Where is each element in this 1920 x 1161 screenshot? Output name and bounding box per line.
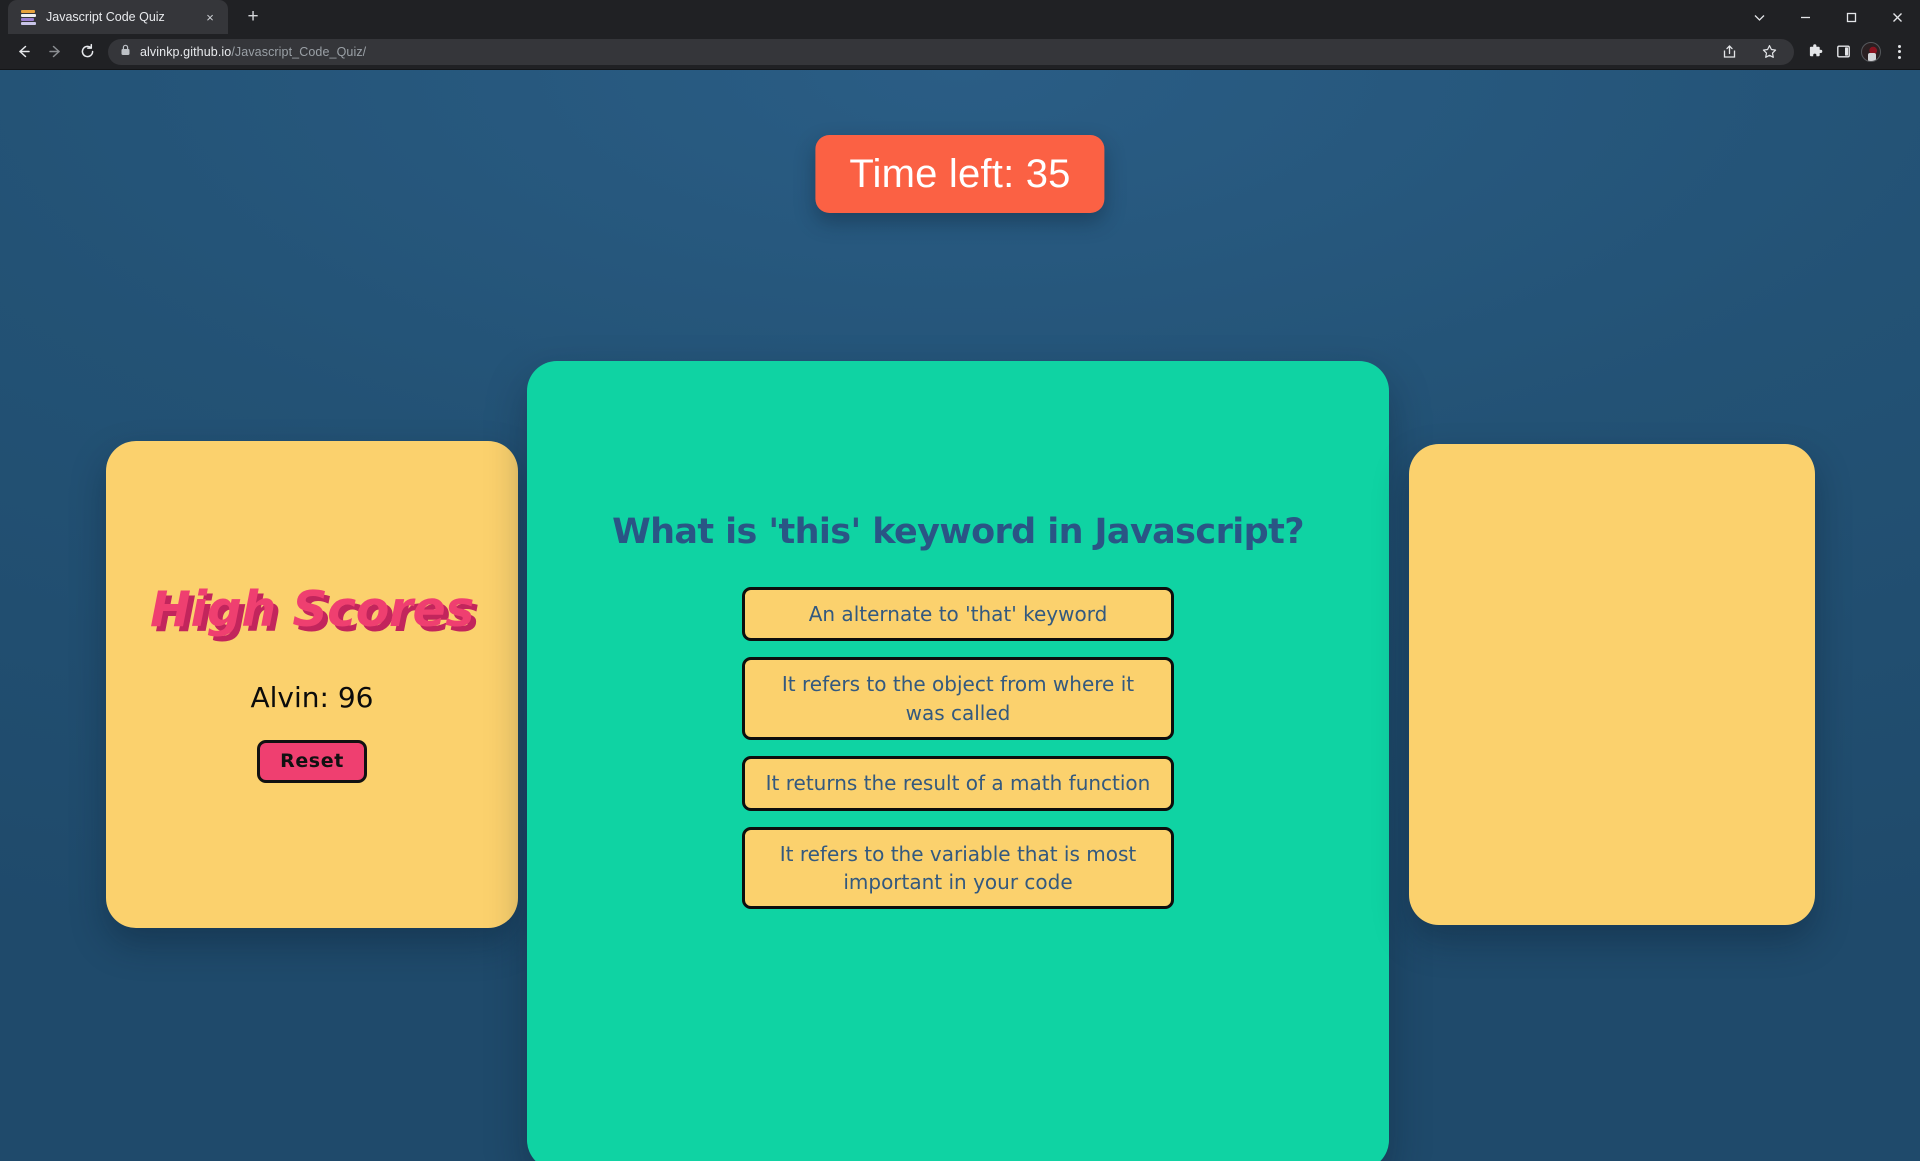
url-host: alvinkp.github.io	[140, 44, 232, 59]
browser-tab-javascript-code-quiz[interactable]: Javascript Code Quiz ×	[8, 0, 228, 34]
close-icon[interactable]: ×	[201, 11, 219, 24]
answer-option[interactable]: It returns the result of a math function	[742, 756, 1174, 811]
url-text: alvinkp.github.io/Javascript_Code_Quiz/	[140, 45, 366, 59]
maximize-icon[interactable]	[1828, 0, 1874, 34]
address-bar[interactable]: alvinkp.github.io/Javascript_Code_Quiz/	[108, 38, 1794, 65]
answer-option[interactable]: It refers to the variable that is most i…	[742, 826, 1174, 910]
side-panel-empty	[1409, 444, 1815, 925]
tab-strip: Javascript Code Quiz × +	[0, 0, 1920, 34]
high-scores-panel: High Scores Alvin: 96 Reset	[106, 441, 518, 928]
browser-window: Javascript Code Quiz × + alvinkp.github.…	[0, 0, 1920, 1161]
question-text: What is 'this' keyword in Javascript?	[612, 512, 1304, 552]
quiz-panel: What is 'this' keyword in Javascript? An…	[527, 361, 1389, 1161]
browser-toolbar: alvinkp.github.io/Javascript_Code_Quiz/	[0, 34, 1920, 70]
puzzle-icon[interactable]	[1802, 39, 1828, 65]
reset-button[interactable]: Reset	[257, 740, 367, 783]
window-close-icon[interactable]	[1874, 0, 1920, 34]
side-panel-icon[interactable]	[1830, 39, 1856, 65]
url-path: /Javascript_Code_Quiz/	[231, 44, 367, 59]
reload-icon[interactable]	[72, 37, 102, 67]
window-controls	[1736, 0, 1920, 34]
cards-layout: High Scores Alvin: 96 Reset What is 'thi…	[0, 70, 1920, 1161]
minimize-icon[interactable]	[1782, 0, 1828, 34]
answer-list: An alternate to 'that' keyword It refers…	[527, 587, 1389, 910]
back-icon[interactable]	[8, 37, 38, 67]
page-content: Time left: 35 High Scores Alvin: 96 Rese…	[0, 70, 1920, 1161]
share-icon[interactable]	[1716, 39, 1742, 65]
kebab-menu-icon[interactable]	[1886, 39, 1912, 65]
tab-search-icon[interactable]	[1736, 0, 1782, 34]
lock-icon	[120, 43, 131, 61]
books-stack-icon	[21, 9, 37, 25]
avatar[interactable]	[1858, 39, 1884, 65]
tab-title: Javascript Code Quiz	[46, 10, 165, 24]
new-tab-button[interactable]: +	[238, 2, 268, 32]
star-icon[interactable]	[1756, 39, 1782, 65]
answer-option[interactable]: It refers to the object from where it wa…	[742, 657, 1174, 741]
answer-option[interactable]: An alternate to 'that' keyword	[742, 587, 1174, 642]
omnibox-actions	[1716, 39, 1794, 65]
forward-icon[interactable]	[40, 37, 70, 67]
high-score-entry: Alvin: 96	[250, 681, 374, 714]
high-scores-title: High Scores	[150, 581, 474, 638]
